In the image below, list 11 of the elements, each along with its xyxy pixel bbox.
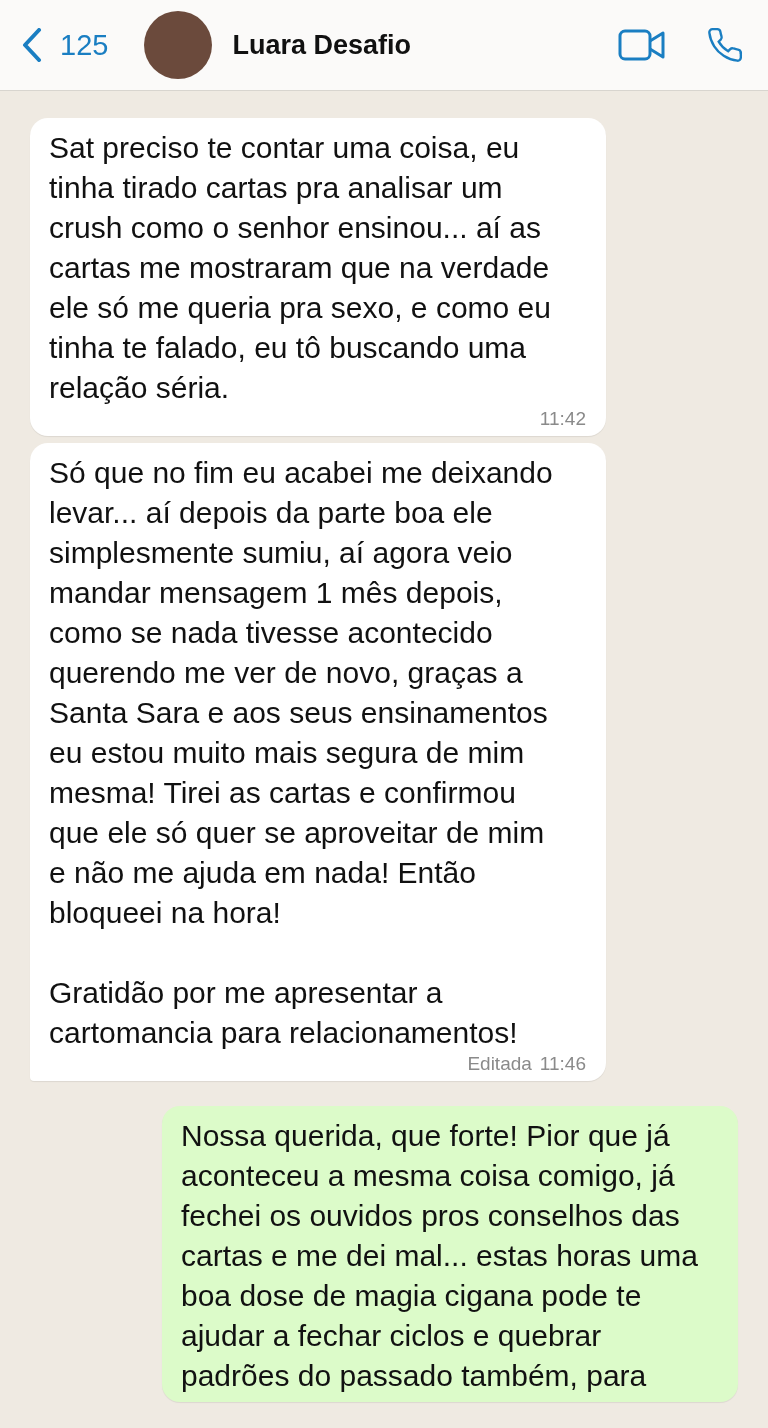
video-camera-icon[interactable] <box>618 29 666 61</box>
message-text: Só que no fim eu acabei me deixando levar... aí depois da parte boa ele simplesmente sumiu, aí agora veio mandar mensagem 1 mês depois, como se nada tivesse acontecido querendo me ver de novo, graças a Santa Sara e aos seus ensinamentos eu estou muito mais segura de mim mesma! Tirei as cartas e confirmou que ele só quer se aproveitar de mim e não me ajuda em nada! Então bloqueei na hora! Gratidão por me apresentar a cartomancia para relacionamentos! <box>49 455 553 1051</box>
message-time: 11:46 <box>539 1053 586 1075</box>
phone-icon[interactable] <box>706 26 744 64</box>
chevron-left-icon <box>22 28 42 62</box>
message-text: Sat preciso te contar uma coisa, eu tinha tirado cartas pra analisar um crush como o senhor ensinou... aí as cartas me mostraram que na verdade ele só me queria pra sexo, e como eu tinha te falado, eu tô buscando uma relação séria. <box>49 130 551 406</box>
back-button[interactable]: 125 <box>22 28 109 62</box>
edited-label: Editada <box>467 1053 532 1075</box>
message-time: 11:42 <box>539 408 586 430</box>
contact-name: Luara Desafio <box>232 29 412 61</box>
message-text: Nossa querida, que forte! Pior que já aconteceu a mesma coisa comigo, já fechei os ouvidos pros conselhos das cartas e me dei mal... estas horas uma boa dose de magia cigana pode te ajudar a fechar ciclos e quebrar padrões do passado também, para <box>181 1118 698 1394</box>
